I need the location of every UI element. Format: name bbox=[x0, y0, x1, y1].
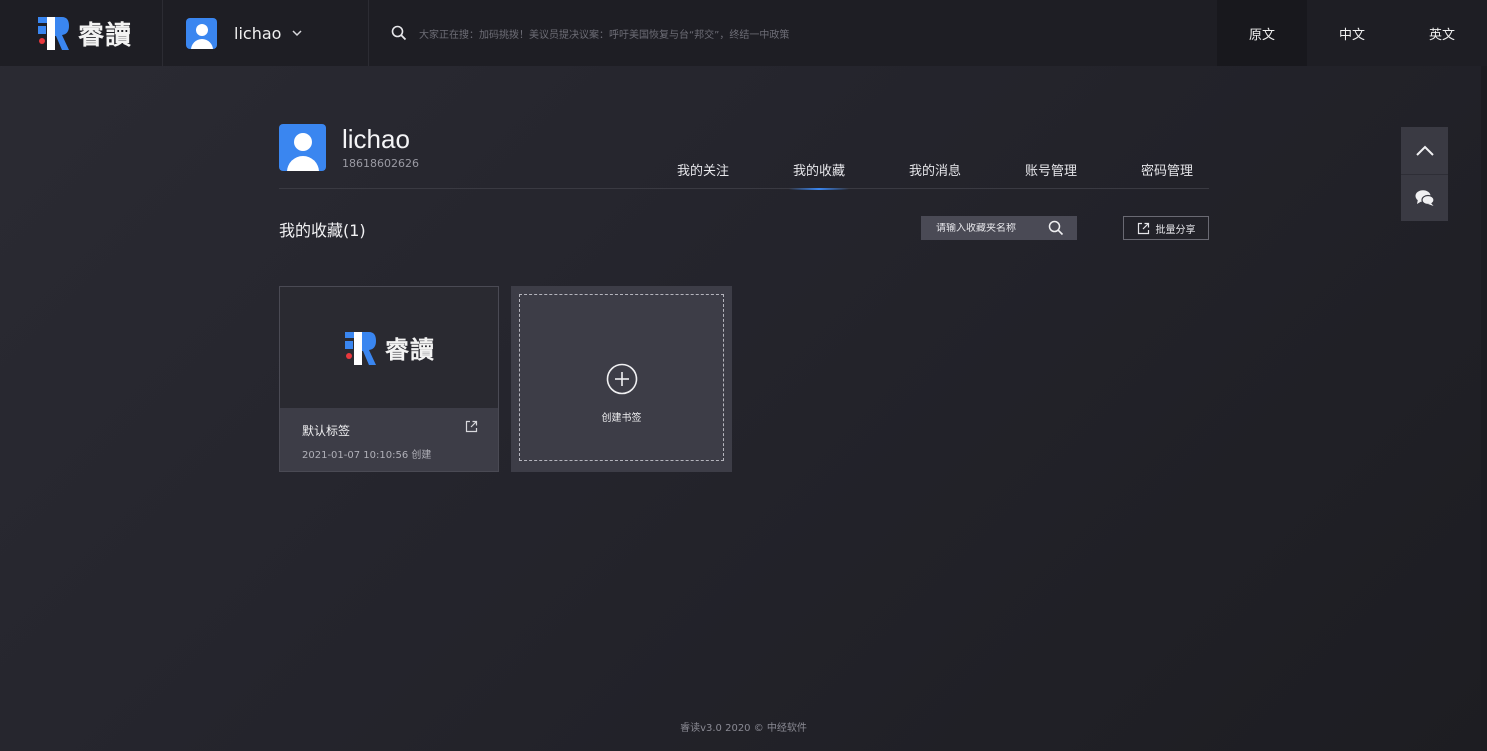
feedback-button[interactable] bbox=[1401, 174, 1448, 221]
tab-password-settings[interactable]: 密码管理 bbox=[1109, 158, 1225, 189]
logo-mark-icon bbox=[38, 17, 69, 50]
chevron-up-icon bbox=[1415, 145, 1434, 156]
favorites-search bbox=[921, 216, 1077, 240]
card-cover: 睿讀 bbox=[280, 287, 498, 408]
create-bookmark-dropzone: 创建书签 bbox=[519, 294, 724, 461]
vertical-scrollbar[interactable] bbox=[1481, 66, 1487, 751]
favorite-folder-card[interactable]: 睿讀 默认标签 2021-01-07 10:10:56 创建 bbox=[279, 286, 499, 472]
batch-share-label: 批量分享 bbox=[1155, 224, 1196, 236]
external-link-icon bbox=[1137, 222, 1149, 234]
tab-my-favorites[interactable]: 我的收藏 bbox=[761, 158, 877, 190]
lang-original[interactable]: 原文 bbox=[1217, 0, 1307, 66]
search-hint[interactable]: 大家正在搜：加码挑拨！美议员提决议案：呼吁美国恢复与台“邦交”，终结一中政策 bbox=[419, 26, 789, 41]
card-title: 默认标签 bbox=[302, 424, 351, 438]
share-icon[interactable] bbox=[465, 420, 478, 433]
chevron-down-icon bbox=[292, 30, 302, 37]
lang-english[interactable]: 英文 bbox=[1397, 0, 1487, 66]
brand-logo[interactable]: 睿讀 bbox=[0, 0, 163, 66]
global-search[interactable]: 大家正在搜：加码挑拨！美议员提决议案：呼吁美国恢复与台“邦交”，终结一中政策 bbox=[369, 0, 1217, 66]
profile-tabs: 我的关注 我的收藏 我的消息 账号管理 密码管理 bbox=[645, 158, 1225, 190]
favorites-title: 我的收藏(1) bbox=[279, 221, 366, 240]
tab-account-settings[interactable]: 账号管理 bbox=[993, 158, 1109, 189]
create-bookmark-card[interactable]: 创建书签 bbox=[511, 286, 732, 472]
footer-copyright: 睿读v3.0 2020 © 中经软件 bbox=[680, 723, 807, 734]
profile-name: lichao bbox=[342, 124, 410, 154]
logo-text: 睿讀 bbox=[78, 20, 133, 51]
favorites-search-input[interactable] bbox=[936, 222, 1046, 234]
floating-toolbar bbox=[1401, 127, 1448, 221]
search-icon[interactable] bbox=[391, 25, 407, 41]
tab-my-follows[interactable]: 我的关注 bbox=[645, 158, 761, 189]
top-navigation-bar: 睿讀 lichao 大家正在搜：加码挑拨！美议员提决议案：呼吁美国恢复与台“邦交… bbox=[0, 0, 1487, 66]
plus-circle-icon bbox=[606, 363, 638, 395]
language-switcher: 原文 中文 英文 bbox=[1217, 0, 1487, 66]
create-bookmark-label: 创建书签 bbox=[601, 413, 642, 424]
user-menu[interactable]: lichao bbox=[163, 0, 369, 66]
batch-share-button[interactable]: 批量分享 bbox=[1123, 216, 1209, 240]
logo-mark-icon bbox=[345, 331, 376, 365]
avatar bbox=[186, 17, 217, 49]
back-to-top-button[interactable] bbox=[1401, 127, 1448, 174]
profile-phone: 18618602626 bbox=[342, 157, 419, 170]
user-name: lichao bbox=[234, 23, 282, 43]
profile-header: lichao 18618602626 我的关注 我的收藏 我的消息 账号管理 密… bbox=[279, 124, 1209, 190]
search-icon[interactable] bbox=[1048, 220, 1064, 236]
lang-chinese[interactable]: 中文 bbox=[1307, 0, 1397, 66]
profile-avatar bbox=[279, 124, 326, 171]
card-cover-text: 睿讀 bbox=[385, 335, 435, 364]
card-date: 2021-01-07 10:10:56 创建 bbox=[302, 450, 432, 461]
tab-my-messages[interactable]: 我的消息 bbox=[877, 158, 993, 189]
chat-bubble-icon bbox=[1415, 190, 1435, 206]
